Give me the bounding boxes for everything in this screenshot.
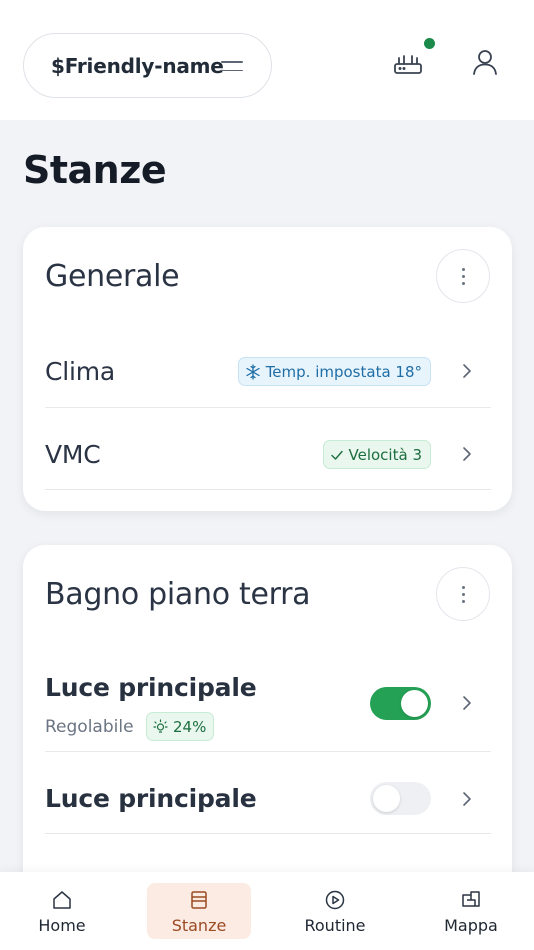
more-dot [461, 585, 465, 589]
top-header: $Friendly-name [0, 0, 534, 120]
nav-label: Stanze [171, 916, 227, 935]
room-title: Bagno piano terra [45, 577, 311, 612]
status-badge: Temp. impostata 18° [237, 357, 431, 386]
bottom-navigation: Home Stanze Routine Mappa [0, 872, 534, 950]
rooms-icon [191, 891, 207, 909]
more-dot [461, 267, 465, 271]
map-icon [462, 891, 480, 907]
badge-text: Temp. impostata 18° [265, 362, 422, 381]
device-label: VMC [45, 440, 101, 469]
snowflake-icon [246, 363, 260, 380]
friendly-name-label: $Friendly-name [51, 53, 224, 78]
nav-item-mappa[interactable]: Mappa [419, 883, 523, 939]
device-row-luce-principale-2[interactable]: Luce principale [45, 752, 491, 834]
home-icon [53, 891, 71, 909]
user-profile-icon[interactable] [468, 45, 502, 79]
more-dot [461, 599, 465, 603]
room-card-generale: Generale Clima Temp. impostata 18° VMC V… [23, 227, 512, 511]
light-toggle-switch[interactable] [370, 782, 431, 815]
brightness-badge: 24% [146, 712, 215, 741]
device-label: Luce principale [45, 784, 257, 813]
bulb-icon [153, 719, 168, 733]
chevron-right-icon [463, 792, 471, 806]
play-icon [325, 890, 345, 910]
status-badge: Velocità 3 [322, 440, 431, 469]
device-label: Luce principale [45, 673, 257, 702]
nav-label: Routine [304, 916, 366, 935]
friendly-name-menu-button[interactable]: $Friendly-name [23, 33, 272, 98]
chevron-right-icon [463, 696, 471, 710]
device-row-clima[interactable]: Clima Temp. impostata 18° [45, 333, 491, 408]
nav-label: Mappa [444, 916, 498, 935]
more-dot [461, 281, 465, 285]
toggle-knob [373, 785, 400, 812]
more-dot [461, 274, 465, 278]
badge-text: Velocità 3 [348, 445, 422, 464]
device-label: Clima [45, 357, 116, 386]
room-title: Generale [45, 259, 180, 294]
more-dot [461, 592, 465, 596]
page-title: Stanze [23, 148, 167, 192]
device-row-luce-principale[interactable]: Luce principale Regolabile 24% [45, 651, 491, 752]
nav-item-stanze[interactable]: Stanze [147, 883, 251, 939]
more-options-button[interactable] [436, 249, 490, 303]
light-toggle-switch[interactable] [370, 687, 431, 720]
check-icon [330, 450, 343, 460]
menu-icon [221, 61, 243, 73]
chevron-right-icon [463, 447, 471, 461]
more-options-button[interactable] [436, 567, 490, 621]
toggle-knob [401, 690, 428, 717]
connection-status-dot [424, 38, 435, 49]
nav-item-routine[interactable]: Routine [283, 883, 387, 939]
device-row-vmc[interactable]: VMC Velocità 3 [45, 408, 491, 490]
brightness-value: 24% [173, 717, 207, 736]
router-icon[interactable] [391, 45, 425, 79]
nav-label: Home [38, 916, 86, 935]
nav-item-home[interactable]: Home [10, 883, 114, 939]
device-sublabel: Regolabile [45, 717, 134, 737]
chevron-right-icon [463, 364, 471, 378]
